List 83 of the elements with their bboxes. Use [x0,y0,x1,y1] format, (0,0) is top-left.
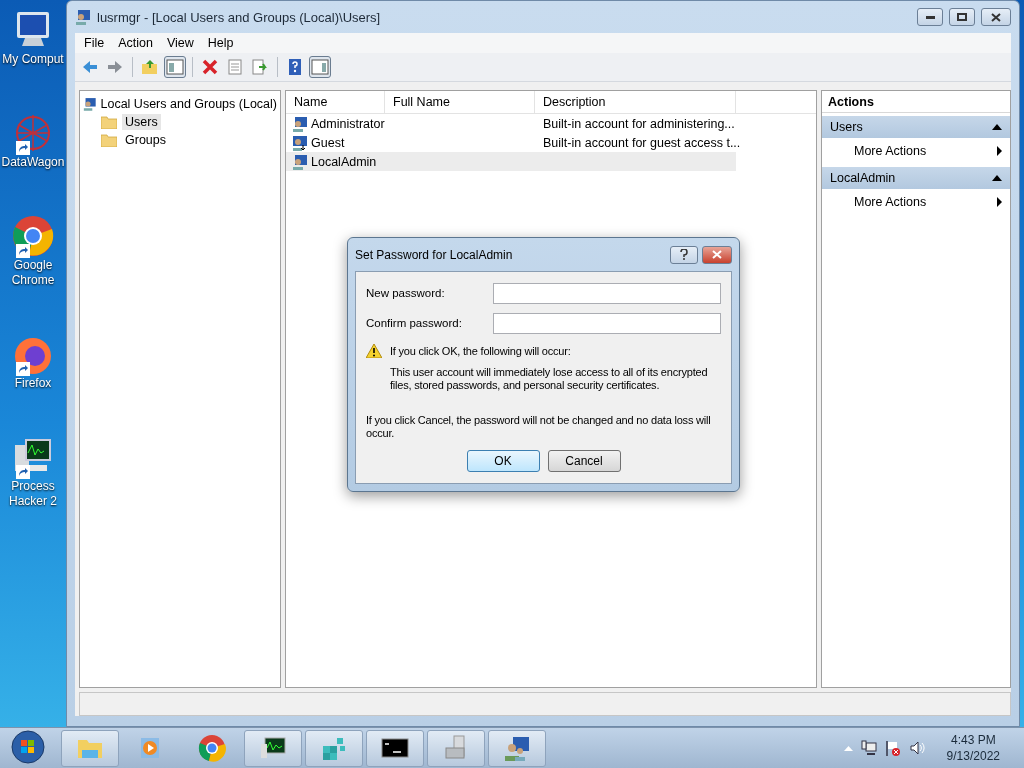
clock-time: 4:43 PM [950,732,996,748]
properties-icon [226,58,244,76]
menu-item[interactable]: Action [111,34,160,52]
close-button[interactable] [981,8,1011,26]
submenu-caret-icon [997,146,1002,156]
table-cell: LocalAdmin [311,154,377,169]
submenu-caret-icon [997,197,1002,207]
password-field[interactable] [492,312,721,334]
taskbar-button[interactable] [244,729,302,767]
toolbar-button[interactable] [309,56,331,78]
dialog-button[interactable]: OK [466,450,540,472]
action-label: More Actions [854,144,927,158]
column-header[interactable]: Description [535,91,736,113]
action-group-header[interactable]: LocalAdmin [822,167,1010,189]
close-icon [991,12,1001,22]
action-item[interactable]: More Actions [822,138,1010,164]
forward-arrow-icon [106,58,124,76]
guest-user-icon [292,134,308,151]
field-label: New password: [366,287,446,299]
user-icon [292,153,308,170]
actions-title: Actions [822,91,1010,113]
menu-item[interactable]: View [159,34,201,52]
tree-pane-icon [166,58,184,76]
column-header[interactable]: Name [286,91,385,113]
restore-button[interactable] [949,8,975,26]
delete-x-icon [201,58,219,76]
help-button[interactable] [670,245,698,264]
user-icon [75,9,91,25]
network-icon[interactable] [860,740,877,756]
folder-icon [101,133,117,147]
close-button[interactable] [702,245,732,264]
table-cell: Built-in account for guest access t... [543,135,741,150]
column-header[interactable]: Full Name [385,91,535,113]
table-row[interactable]: LocalAdmin [286,152,736,171]
desktop-icon-label[interactable]: Google Chrome [0,258,66,288]
action-item[interactable]: More Actions [822,189,1010,215]
taskbar-button[interactable] [366,729,424,767]
password-field[interactable] [492,282,721,304]
minimize-button[interactable] [917,8,943,26]
warning-icon [366,344,382,358]
cancel-note: If you click Cancel, the password will not be changed and no data loss will occur. [366,414,712,440]
user-icon [83,96,97,112]
action-group-header[interactable]: Users [822,116,1010,138]
help-icon [680,249,688,260]
chrome-icon [198,734,226,762]
dialog-title: Set Password for LocalAdmin [355,247,514,262]
table-cell: Built-in account for administering... [543,116,735,131]
clock-date: 9/13/2022 [946,748,1000,764]
back-arrow-icon [81,58,99,76]
user-icon [292,115,308,132]
desktop-icon-label[interactable]: DataWagon [0,155,66,170]
users-icon [503,734,531,762]
warning-detail: This user account will immediately lose access to all of its encrypted files, stored passwords, and personal security certificates. [390,366,709,392]
tree-item[interactable]: Users [122,114,161,130]
folder-icon [101,115,117,129]
windows-orb-icon [11,729,45,764]
action-group-label: LocalAdmin [830,171,896,185]
table-cell: Administrator [311,116,385,131]
folder-up-icon [141,58,159,76]
window-title: lusrmgr - [Local Users and Groups (Local)\Users] [97,9,382,25]
dialog-button[interactable]: Cancel [547,450,621,472]
table-row[interactable]: Administrator Built-in account for administering... [286,114,736,133]
export-list-icon [251,58,269,76]
warning-text: If you click OK, the following will occur: [390,344,571,358]
restore-icon [957,13,967,21]
tree-item[interactable]: Local Users and Groups (Local) [100,97,277,111]
clock[interactable]: 4:43 PM 9/13/2022 [946,732,1000,764]
table-cell: Guest [311,135,345,150]
toolbar-button[interactable] [164,56,186,78]
menu-item[interactable]: File [77,34,112,52]
speaker-icon[interactable] [908,740,925,756]
close-icon [712,250,722,259]
minimize-icon [925,15,935,19]
action-label: More Actions [854,195,927,209]
tree-item[interactable]: Groups [122,132,169,148]
action-pane-icon [311,58,329,76]
help-icon [286,58,304,76]
action-group-label: Users [830,120,863,134]
flag-error-icon[interactable] [884,740,901,756]
desktop-icon-label[interactable]: Firefox [0,376,66,391]
menu-item[interactable]: Help [200,34,241,52]
field-label: Confirm password: [366,317,463,329]
desktop-icon-label[interactable]: My Comput [0,52,66,67]
